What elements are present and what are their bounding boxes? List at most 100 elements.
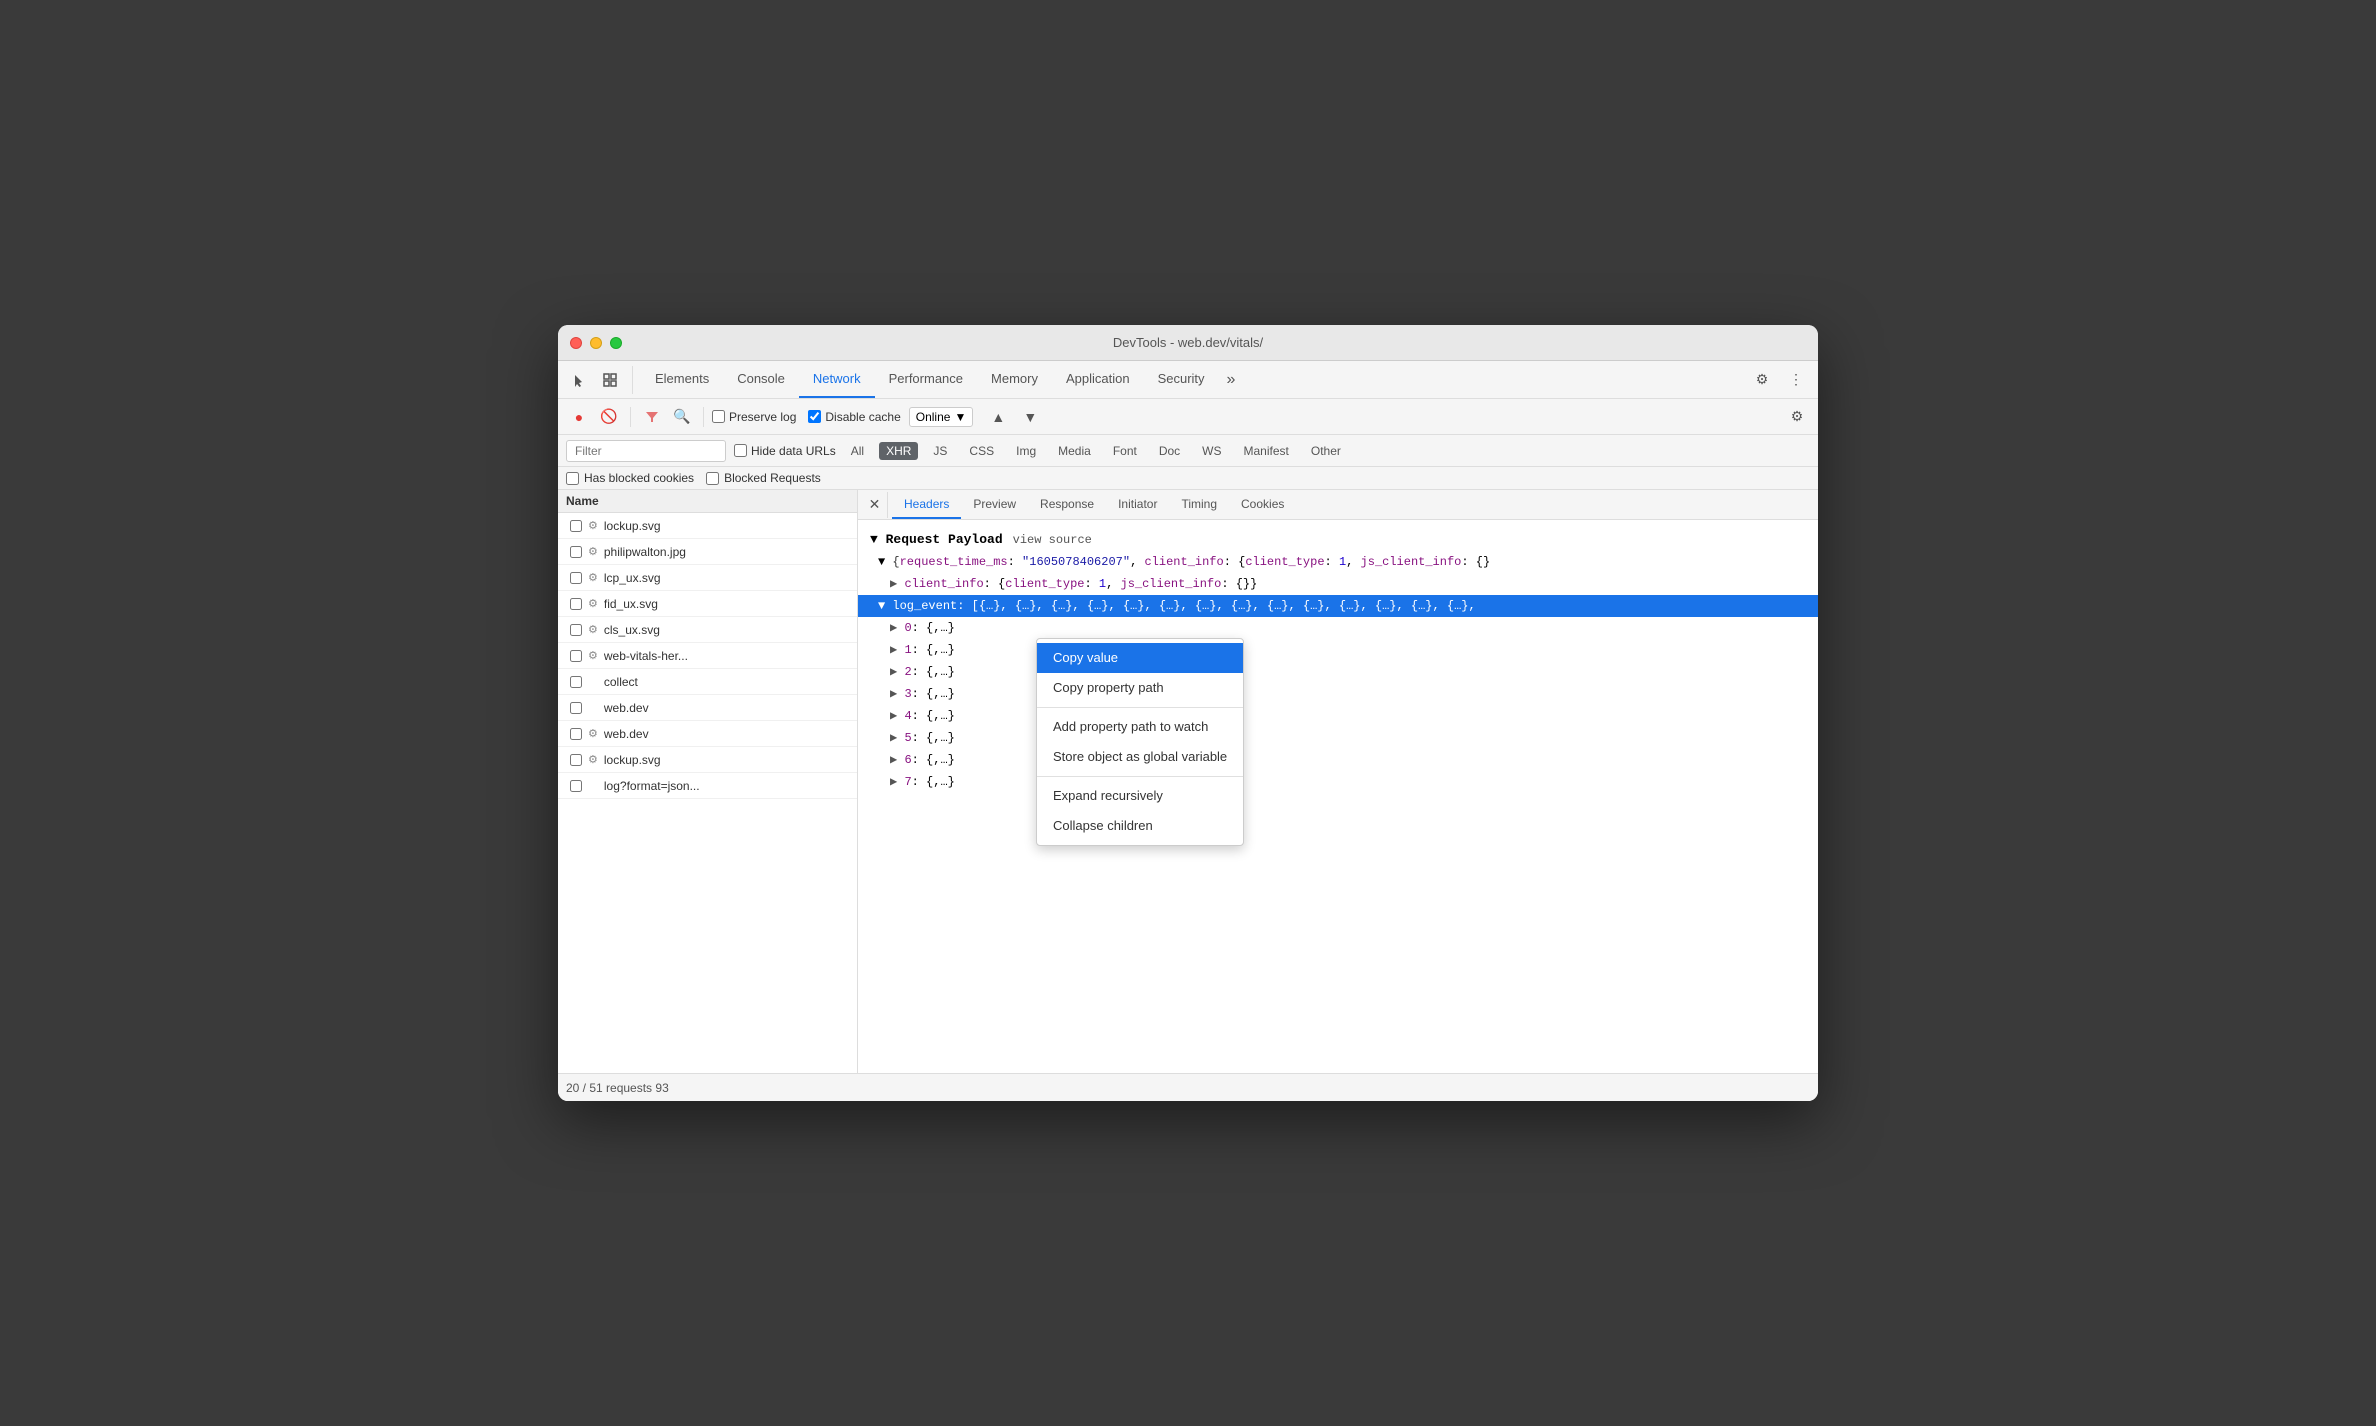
file-item-lockup-svg-2[interactable]: ⚙ lockup.svg [558, 747, 857, 773]
file-item-philipwalton[interactable]: ⚙ philipwalton.jpg [558, 539, 857, 565]
file-item-cls-ux[interactable]: ⚙ cls_ux.svg [558, 617, 857, 643]
filter-type-img[interactable]: Img [1009, 442, 1043, 460]
file-checkbox[interactable] [570, 702, 582, 714]
filter-type-font[interactable]: Font [1106, 442, 1144, 460]
filter-type-css[interactable]: CSS [962, 442, 1001, 460]
file-checkbox[interactable] [570, 754, 582, 766]
toolbar-settings-icon[interactable]: ⚙ [1784, 404, 1810, 430]
filter-type-doc[interactable]: Doc [1152, 442, 1187, 460]
minimize-button[interactable] [590, 337, 602, 349]
file-item-lockup-svg-1[interactable]: ⚙ lockup.svg [558, 513, 857, 539]
inspect-icon[interactable] [596, 366, 624, 394]
panel-close-button[interactable]: ✕ [862, 492, 888, 518]
panel-tab-initiator[interactable]: Initiator [1106, 490, 1169, 519]
filter-type-manifest[interactable]: Manifest [1237, 442, 1296, 460]
file-item-fid-ux[interactable]: ⚙ fid_ux.svg [558, 591, 857, 617]
close-button[interactable] [570, 337, 582, 349]
context-menu-copy-value[interactable]: Copy value [1037, 643, 1243, 673]
nav-tabs: Elements Console Network Performance Mem… [641, 361, 1243, 398]
panel-tab-preview[interactable]: Preview [961, 490, 1028, 519]
json-line-0[interactable]: ▶ 0: {,…} [858, 617, 1818, 639]
filter-type-media[interactable]: Media [1051, 442, 1098, 460]
upload-icon[interactable]: ▲ [985, 404, 1011, 430]
json-line-4[interactable]: ▶ 4: {,…} [858, 705, 1818, 727]
context-menu-store-global[interactable]: Store object as global variable [1037, 742, 1243, 772]
file-item-web-vitals-her[interactable]: ⚙ web-vitals-her... [558, 643, 857, 669]
file-checkbox[interactable] [570, 520, 582, 532]
json-line-6[interactable]: ▶ 6: {,…} [858, 749, 1818, 771]
cursor-icon[interactable] [566, 366, 594, 394]
tab-performance[interactable]: Performance [875, 361, 977, 398]
json-line-client-info[interactable]: ▶ client_info: {client_type: 1, js_clien… [858, 573, 1818, 595]
json-line-1[interactable]: ▶ 1: {,…} [858, 639, 1818, 661]
file-item-log-format[interactable]: ⚙ log?format=json... [558, 773, 857, 799]
filter-type-js[interactable]: JS [926, 442, 954, 460]
filter-type-ws[interactable]: WS [1195, 442, 1228, 460]
filter-input[interactable] [566, 440, 726, 462]
tab-memory[interactable]: Memory [977, 361, 1052, 398]
context-menu-expand-recursively[interactable]: Expand recursively [1037, 781, 1243, 811]
more-tabs-button[interactable]: » [1219, 361, 1244, 398]
file-name: philipwalton.jpg [604, 545, 849, 559]
file-item-collect[interactable]: ⚙ collect [558, 669, 857, 695]
json-line-7[interactable]: ▶ 7: {,…} [858, 771, 1818, 793]
file-checkbox[interactable] [570, 780, 582, 792]
filter-type-all[interactable]: All [844, 442, 871, 460]
file-item-lcp-ux[interactable]: ⚙ lcp_ux.svg [558, 565, 857, 591]
filter-icon[interactable] [639, 404, 665, 430]
settings-icon[interactable]: ⚙ [1748, 366, 1776, 394]
json-line-root[interactable]: ▼ {request_time_ms: "1605078406207", cli… [858, 551, 1818, 573]
file-name: fid_ux.svg [604, 597, 849, 611]
json-line-log-event[interactable]: ▼ log_event: [{…}, {…}, {…}, {…}, {…}, {… [858, 595, 1818, 617]
context-menu-add-property-watch[interactable]: Add property path to watch [1037, 712, 1243, 742]
file-checkbox[interactable] [570, 728, 582, 740]
search-icon[interactable]: 🔍 [669, 404, 695, 430]
panel-tab-timing[interactable]: Timing [1169, 490, 1229, 519]
file-checkbox[interactable] [570, 598, 582, 610]
panel-tab-headers[interactable]: Headers [892, 490, 961, 519]
disable-cache-checkbox[interactable] [808, 410, 821, 423]
file-name: lcp_ux.svg [604, 571, 849, 585]
filter-type-xhr[interactable]: XHR [879, 442, 918, 460]
json-line-2[interactable]: ▶ 2: {,…} [858, 661, 1818, 683]
file-checkbox[interactable] [570, 676, 582, 688]
more-vert-icon[interactable]: ⋮ [1782, 366, 1810, 394]
blocked-requests-checkbox[interactable] [706, 472, 719, 485]
context-menu-collapse-children[interactable]: Collapse children [1037, 811, 1243, 841]
panel-content: ▼ Request Payload view source ▼ {request… [858, 520, 1818, 1073]
has-blocked-cookies-label: Has blocked cookies [584, 471, 694, 485]
json-line-5[interactable]: ▶ 5: {,…} [858, 727, 1818, 749]
filter-type-other[interactable]: Other [1304, 442, 1348, 460]
tab-security[interactable]: Security [1144, 361, 1219, 398]
preserve-log-checkbox[interactable] [712, 410, 725, 423]
panel-tab-response[interactable]: Response [1028, 490, 1106, 519]
download-icon[interactable]: ▼ [1017, 404, 1043, 430]
maximize-button[interactable] [610, 337, 622, 349]
record-button[interactable]: ● [566, 404, 592, 430]
tab-elements[interactable]: Elements [641, 361, 723, 398]
file-item-webdev-1[interactable]: ⚙ web.dev [558, 695, 857, 721]
file-checkbox[interactable] [570, 650, 582, 662]
hide-data-urls-checkbox[interactable] [734, 444, 747, 457]
tab-console[interactable]: Console [723, 361, 799, 398]
online-select[interactable]: Online ▼ [909, 407, 974, 427]
json-line-3[interactable]: ▶ 3: {,…} [858, 683, 1818, 705]
file-name: collect [604, 675, 849, 689]
toolbar: ● 🚫 🔍 Preserve log Disable cache Online … [558, 399, 1818, 435]
file-item-webdev-2[interactable]: ⚙ web.dev [558, 721, 857, 747]
tab-network[interactable]: Network [799, 361, 875, 398]
request-payload-header: ▼ Request Payload view source [858, 528, 1818, 551]
panel-tab-cookies[interactable]: Cookies [1229, 490, 1296, 519]
has-blocked-cookies-checkbox[interactable] [566, 472, 579, 485]
devtools-body: Elements Console Network Performance Mem… [558, 361, 1818, 1101]
toggle-icon: ▼ [878, 599, 892, 613]
context-menu-copy-property-path[interactable]: Copy property path [1037, 673, 1243, 703]
file-checkbox[interactable] [570, 546, 582, 558]
tab-application[interactable]: Application [1052, 361, 1144, 398]
file-checkbox[interactable] [570, 572, 582, 584]
file-checkbox[interactable] [570, 624, 582, 636]
main-content: Name ⚙ lockup.svg ⚙ philipwalton.jpg ⚙ l… [558, 490, 1818, 1073]
view-source-link[interactable]: view source [1013, 533, 1092, 547]
right-panel: ✕ Headers Preview Response Initiator Tim… [858, 490, 1818, 1073]
block-icon[interactable]: 🚫 [596, 404, 622, 430]
